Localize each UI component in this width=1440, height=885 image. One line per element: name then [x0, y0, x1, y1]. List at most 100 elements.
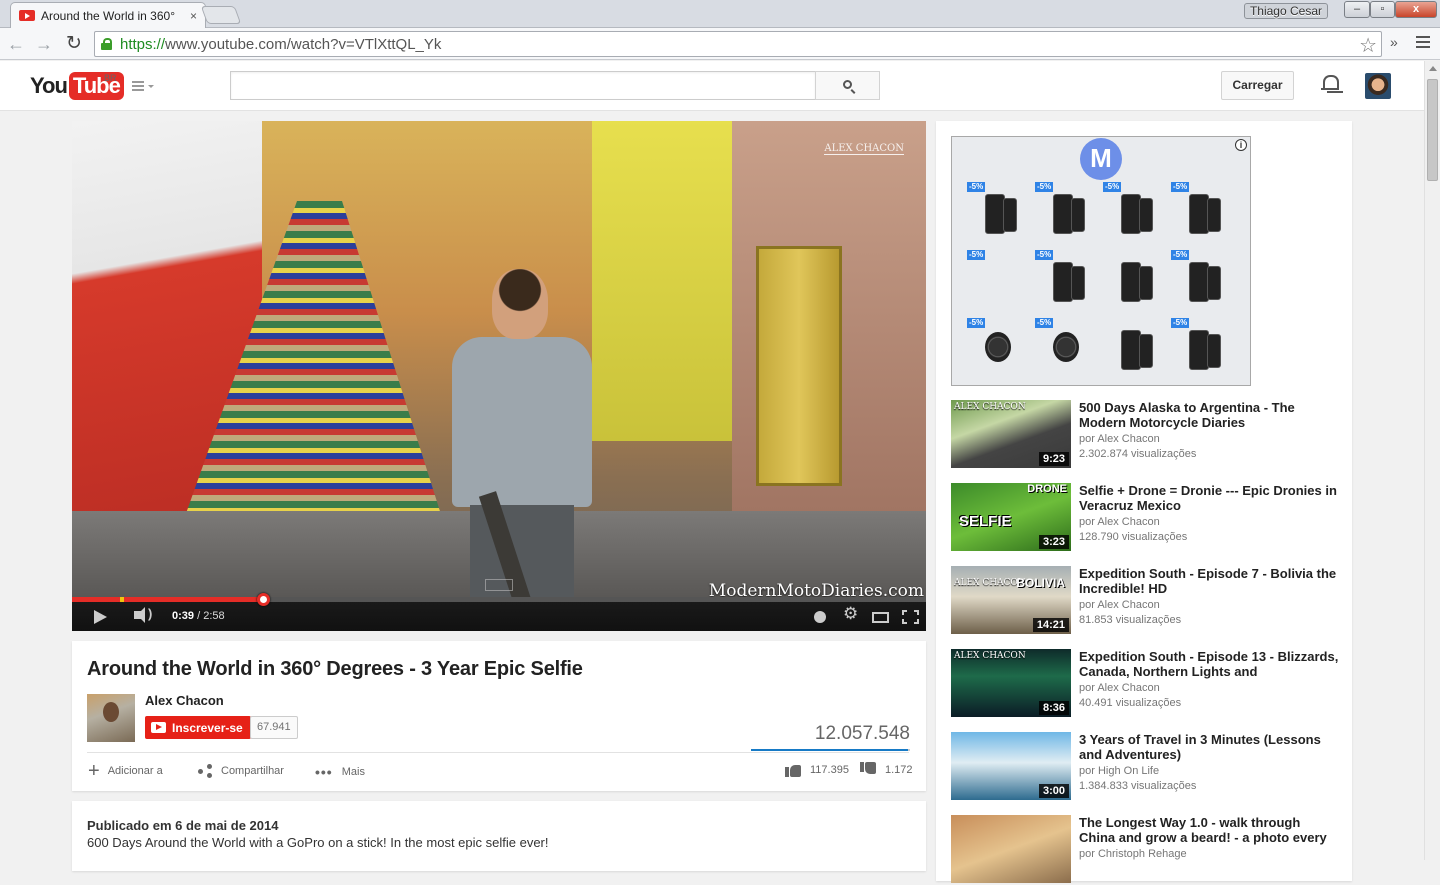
theater-mode-icon[interactable] [872, 612, 889, 623]
url-text[interactable]: https://www.youtube.com/watch?v=VTlXttQL… [120, 36, 441, 53]
video-views: 81.853 visualizações [1079, 614, 1182, 626]
chrome-menu-icon[interactable] [1416, 36, 1430, 48]
list-item[interactable]: The Longest Way 1.0 - walk through China… [951, 815, 1341, 885]
like-button[interactable]: 117.395 [785, 762, 849, 777]
video-title-link[interactable]: Selfie + Drone = Dronie --- Epic Dronies… [1079, 483, 1339, 513]
list-item[interactable]: ALEX CHACON 9:23 500 Days Alaska to Arge… [951, 400, 1341, 470]
discount-badge: -5% [967, 250, 986, 260]
channel-name-link[interactable]: Alex Chacon [145, 693, 224, 708]
ad-product-tile[interactable]: -5% [967, 318, 1027, 378]
video-frame[interactable]: ALEX CHACON ModernMotoDiaries.com [72, 121, 926, 597]
video-title-link[interactable]: Expedition South - Episode 7 - Bolivia t… [1079, 566, 1339, 596]
video-title-link[interactable]: 500 Days Alaska to Argentina - The Moder… [1079, 400, 1339, 430]
video-scene-door [756, 246, 842, 486]
ad-product-tile[interactable]: -5% [1035, 318, 1095, 378]
channel-avatar[interactable] [87, 694, 135, 742]
video-player[interactable]: ALEX CHACON ModernMotoDiaries.com 0:39 /… [72, 121, 926, 631]
search-input[interactable] [230, 71, 816, 100]
ad-product-tile[interactable]: -5% [1035, 250, 1095, 310]
phone-product-image [1139, 334, 1153, 368]
video-duration: 3:00 [1038, 784, 1069, 798]
progress-bar[interactable] [72, 597, 926, 602]
plus-icon: + [88, 760, 100, 782]
ad-product-tile[interactable] [1103, 250, 1163, 310]
play-icon[interactable] [94, 610, 107, 624]
scrollbar-thumb[interactable] [1427, 79, 1438, 181]
annotation-box[interactable] [485, 579, 513, 591]
list-item[interactable]: ALEX CHACON 8:36 Expedition South - Epis… [951, 649, 1341, 719]
discount-badge: -5% [1035, 250, 1054, 260]
more-label: Mais [341, 766, 365, 778]
search-icon [843, 80, 852, 89]
youtube-play-icon [151, 722, 166, 733]
browser-toolbar: ← → ↻ https://www.youtube.com/watch?v=VT… [0, 28, 1440, 60]
dislike-button[interactable]: 1.172 [860, 762, 913, 777]
thumbnail-brand: ALEX CHACON [954, 402, 1026, 412]
watch-later-icon[interactable] [814, 611, 826, 623]
smartwatch-product-image [1053, 332, 1079, 362]
ad-product-tile[interactable]: -5% [967, 250, 1027, 310]
video-thumbnail[interactable]: DRONE SELFIE 3:23 [951, 483, 1071, 551]
ad-info-icon[interactable]: i [1235, 139, 1247, 151]
window-close-button[interactable]: x [1395, 1, 1437, 18]
progress-scrubber-handle[interactable] [257, 593, 270, 606]
back-arrow-icon[interactable]: ← [6, 34, 26, 54]
address-bar[interactable]: https://www.youtube.com/watch?v=VTlXttQL… [94, 31, 1382, 57]
settings-gear-icon[interactable]: ⚙ [843, 605, 858, 622]
video-channel: por Alex Chacon [1079, 682, 1160, 694]
divider [87, 752, 909, 753]
new-tab-button[interactable] [200, 6, 242, 24]
video-title-link[interactable]: Expedition South - Episode 13 - Blizzard… [1079, 649, 1339, 679]
guide-menu-icon[interactable] [132, 81, 156, 93]
video-views: 1.384.833 visualizações [1079, 780, 1197, 792]
video-thumbnail[interactable] [951, 815, 1071, 883]
window-maximize-button[interactable]: ▫ [1370, 1, 1395, 18]
profile-name-button[interactable]: Thiago Cesar [1243, 3, 1328, 19]
list-item[interactable]: DRONE SELFIE 3:23 Selfie + Drone = Droni… [951, 483, 1341, 553]
tab-close-icon[interactable]: × [190, 9, 197, 23]
share-button[interactable]: Compartilhar [198, 764, 284, 778]
discount-badge: -5% [1035, 318, 1054, 328]
phone-product-image [1207, 266, 1221, 300]
forward-arrow-icon[interactable]: → [34, 34, 54, 54]
related-sidebar: M i -5% -5% -5% -5% -5% -5% -5% -5% -5% -5% ALEX … [936, 121, 1352, 883]
video-thumbnail[interactable]: ALEX CHACON 9:23 [951, 400, 1071, 468]
subscribe-button[interactable]: Inscrever-se [145, 716, 251, 739]
search-button[interactable] [815, 71, 880, 100]
ad-product-tile[interactable]: -5% [1171, 250, 1231, 310]
page-scrollbar[interactable] [1424, 61, 1440, 860]
notifications-bell-icon[interactable] [1321, 75, 1339, 92]
lock-icon[interactable] [101, 38, 112, 50]
bookmark-star-icon[interactable]: ☆ [1359, 33, 1377, 58]
reload-icon[interactable]: ↻ [64, 34, 84, 54]
ad-product-tile[interactable]: -5% [967, 182, 1027, 242]
list-item[interactable]: ALEX CHACON BOLIVIA 14:21 Expedition Sou… [951, 566, 1341, 636]
video-thumbnail[interactable]: ALEX CHACON BOLIVIA 14:21 [951, 566, 1071, 634]
extensions-overflow-button[interactable]: » [1390, 34, 1398, 50]
ad-product-tile[interactable] [1103, 318, 1163, 378]
discount-badge: -5% [1171, 182, 1190, 192]
ad-product-tile[interactable]: -5% [1171, 182, 1231, 242]
browser-tab[interactable]: Around the World in 360° × [10, 2, 206, 28]
phone-product-image [1121, 194, 1141, 234]
avatar[interactable] [1365, 73, 1391, 99]
time-total: 2:58 [203, 610, 225, 622]
upload-button[interactable]: Carregar [1221, 71, 1294, 100]
discount-badge: -5% [1035, 182, 1054, 192]
video-title-link[interactable]: The Longest Way 1.0 - walk through China… [1079, 815, 1339, 845]
ad-product-tile[interactable]: -5% [1171, 318, 1231, 378]
video-title-link[interactable]: 3 Years of Travel in 3 Minutes (Lessons … [1079, 732, 1339, 762]
video-thumbnail[interactable]: ALEX CHACON 8:36 [951, 649, 1071, 717]
video-thumbnail[interactable]: 3:00 [951, 732, 1071, 800]
fullscreen-icon[interactable] [902, 610, 919, 624]
window-minimize-button[interactable]: – [1344, 1, 1370, 18]
display-ad[interactable]: M i -5% -5% -5% -5% -5% -5% -5% -5% -5% -5% [951, 136, 1251, 386]
list-item[interactable]: 3:00 3 Years of Travel in 3 Minutes (Les… [951, 732, 1341, 802]
more-actions-button[interactable]: ••• Mais [315, 764, 365, 780]
add-to-button[interactable]: + Adicionar a [88, 760, 163, 782]
ad-product-tile[interactable]: -5% [1035, 182, 1095, 242]
video-channel: por Alex Chacon [1079, 433, 1160, 445]
ad-product-tile[interactable]: -5% [1103, 182, 1163, 242]
scroll-up-arrow-icon[interactable] [1429, 66, 1437, 71]
volume-icon[interactable] [134, 606, 152, 623]
